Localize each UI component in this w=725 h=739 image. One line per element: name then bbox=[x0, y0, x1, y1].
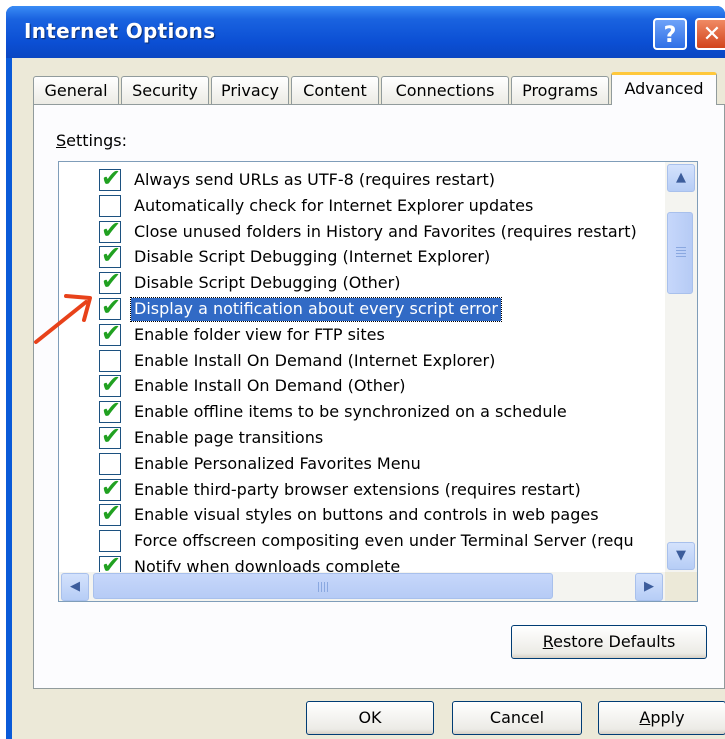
list-item[interactable]: Enable Install On Demand (Internet Explo… bbox=[99, 348, 689, 374]
setting-label: Always send URLs as UTF-8 (requires rest… bbox=[134, 170, 495, 189]
settings-list[interactable]: ✔ Always send URLs as UTF-8 (requires res… bbox=[58, 161, 698, 602]
list-item[interactable]: ✔ Enable visual styles on buttons and con… bbox=[99, 499, 689, 528]
help-button[interactable]: ? bbox=[653, 18, 687, 50]
check-icon: ✔ bbox=[101, 164, 122, 192]
vertical-scroll-thumb[interactable] bbox=[667, 212, 693, 294]
list-item[interactable]: ✔ Enable Install On Demand (Other) bbox=[99, 370, 689, 399]
apply-button[interactable]: Apply bbox=[598, 701, 725, 735]
setting-label: Enable offline items to be synchronized … bbox=[134, 402, 567, 422]
check-icon: ✔ bbox=[101, 293, 122, 321]
list-item[interactable]: ✔ Close unused folders in History and Fav… bbox=[99, 216, 689, 245]
check-icon: ✔ bbox=[101, 241, 122, 270]
setting-label: Enable page transitions bbox=[134, 428, 324, 447]
list-item[interactable]: ✔ Disable Script Debugging (Internet Expl… bbox=[99, 241, 689, 270]
setting-checkbox[interactable]: ✔ bbox=[99, 267, 121, 295]
check-icon: ✔ bbox=[101, 267, 122, 296]
check-icon: ✔ bbox=[101, 422, 122, 450]
setting-checkbox[interactable]: ✔ bbox=[99, 396, 121, 424]
settings-label: Settings: bbox=[56, 131, 128, 150]
tab-privacy[interactable]: Privacy bbox=[211, 76, 289, 104]
setting-checkbox[interactable]: ✔ bbox=[99, 216, 121, 244]
setting-label: Enable Install On Demand (Internet Explo… bbox=[134, 350, 496, 370]
tab-general[interactable]: General bbox=[33, 76, 119, 104]
horizontal-scroll-thumb[interactable] bbox=[93, 573, 553, 599]
check-icon: ✔ bbox=[101, 318, 122, 347]
internet-options-window: Internet Options ? ✕ General Security Pr… bbox=[6, 6, 725, 739]
scroll-left-icon[interactable]: ◀ bbox=[61, 573, 89, 601]
setting-checkbox[interactable] bbox=[99, 194, 121, 217]
setting-checkbox[interactable]: ✔ bbox=[99, 474, 121, 502]
list-item[interactable]: ✔ Always send URLs as UTF-8 (requires res… bbox=[99, 164, 689, 193]
setting-checkbox[interactable]: ✔ bbox=[99, 241, 121, 269]
check-icon: ✔ bbox=[101, 499, 122, 528]
setting-checkbox[interactable]: ✔ bbox=[99, 499, 121, 527]
list-item[interactable]: Enable Personalized Favorites Menu bbox=[99, 451, 689, 477]
setting-label: Enable Personalized Favorites Menu bbox=[134, 453, 421, 473]
setting-label: Enable third-party browser extensions (r… bbox=[134, 479, 581, 499]
list-item[interactable]: ✔ Disable Script Debugging (Other) bbox=[99, 267, 689, 296]
setting-checkbox[interactable]: ✔ bbox=[99, 422, 121, 450]
setting-label: Force offscreen compositing even under T… bbox=[134, 531, 634, 551]
tab-connections[interactable]: Connections bbox=[381, 76, 509, 104]
list-item[interactable]: Force offscreen compositing even under T… bbox=[99, 528, 689, 554]
list-item[interactable]: Automatically check for Internet Explore… bbox=[99, 193, 689, 219]
setting-checkbox[interactable]: ✔ bbox=[99, 319, 121, 347]
tab-content[interactable]: Content bbox=[291, 76, 379, 104]
advanced-tab-panel: Settings: ✔ Always send URLs as UTF-8 (re… bbox=[33, 104, 725, 689]
setting-checkbox[interactable]: ✔ bbox=[99, 370, 121, 398]
list-item[interactable]: ✔ Enable page transitions bbox=[99, 422, 689, 451]
setting-label: Enable visual styles on buttons and cont… bbox=[134, 505, 599, 525]
check-icon: ✔ bbox=[101, 370, 122, 399]
window-title: Internet Options bbox=[24, 19, 216, 43]
list-item[interactable]: ✔ Enable offline items to be synchronized… bbox=[99, 396, 689, 425]
list-item[interactable]: ✔ Enable folder view for FTP sites bbox=[99, 319, 689, 348]
setting-label: Disable Script Debugging (Other) bbox=[134, 273, 401, 293]
setting-checkbox[interactable]: ✔ bbox=[99, 164, 121, 192]
list-item[interactable]: ✔ Enable third-party browser extensions (… bbox=[99, 474, 689, 503]
ok-button[interactable]: OK bbox=[306, 701, 434, 735]
tab-programs[interactable]: Programs bbox=[511, 76, 609, 104]
scroll-right-icon[interactable]: ▶ bbox=[635, 573, 663, 601]
tab-advanced[interactable]: Advanced bbox=[611, 72, 717, 105]
setting-label: Disable Script Debugging (Internet Explo… bbox=[134, 247, 491, 267]
setting-checkbox[interactable] bbox=[99, 452, 121, 475]
setting-label: Close unused folders in History and Favo… bbox=[134, 221, 637, 241]
list-item[interactable]: ✔ Display a notification about every scri… bbox=[99, 293, 689, 322]
scroll-down-icon[interactable]: ▼ bbox=[667, 542, 695, 570]
dialog-client-area: General Security Privacy Content Connect… bbox=[12, 58, 725, 739]
restore-defaults-button[interactable]: Restore Defaults bbox=[511, 625, 707, 659]
title-bar[interactable]: Internet Options ? ✕ bbox=[6, 6, 725, 58]
tab-security[interactable]: Security bbox=[121, 76, 209, 104]
setting-label: Display a notification about every scrip… bbox=[130, 297, 502, 322]
setting-checkbox[interactable]: ✔ bbox=[99, 293, 121, 321]
setting-checkbox[interactable] bbox=[99, 349, 121, 372]
check-icon: ✔ bbox=[101, 215, 122, 244]
check-icon: ✔ bbox=[101, 473, 122, 502]
setting-label: Automatically check for Internet Explore… bbox=[134, 195, 534, 215]
check-icon: ✔ bbox=[101, 396, 122, 425]
setting-label: Enable folder view for FTP sites bbox=[134, 324, 385, 344]
vertical-scrollbar[interactable]: ▲ ▼ bbox=[665, 162, 697, 572]
scrollbar-corner bbox=[665, 572, 697, 601]
cancel-button[interactable]: Cancel bbox=[452, 701, 582, 735]
scroll-up-icon[interactable]: ▲ bbox=[667, 164, 695, 192]
horizontal-scrollbar[interactable]: ◀ ▶ bbox=[59, 572, 665, 601]
setting-label: Enable Install On Demand (Other) bbox=[134, 376, 406, 396]
close-button[interactable]: ✕ bbox=[695, 18, 725, 50]
setting-checkbox[interactable] bbox=[99, 530, 121, 553]
